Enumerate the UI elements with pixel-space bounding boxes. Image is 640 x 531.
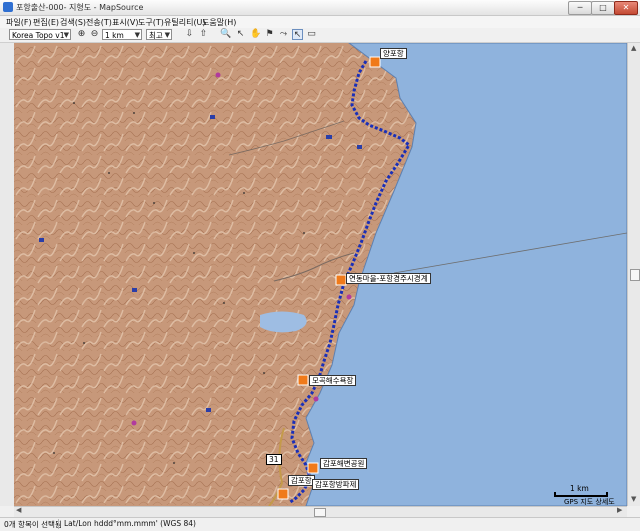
menu-tools[interactable]: 도구(T) (138, 17, 164, 28)
detail-level-value: 최고 (149, 31, 163, 40)
measure-tool-icon[interactable]: ▭ (306, 29, 317, 40)
vertical-scrollbar[interactable]: ▲ ▼ (627, 43, 640, 506)
waypoint-icon[interactable] (369, 56, 381, 68)
scroll-down-icon[interactable]: ▼ (631, 495, 636, 503)
scroll-up-icon[interactable]: ▲ (631, 44, 636, 52)
zoom-scale-value: 1 km (105, 31, 124, 40)
menu-find[interactable]: 검색(S) (60, 17, 86, 28)
send-to-device-icon[interactable]: ⇧ (198, 29, 209, 40)
zoom-scale-select[interactable]: 1 km ▼ (102, 29, 142, 40)
zoom-in-icon[interactable]: ⊕ (76, 29, 87, 40)
title-bar: 포항출산-000- 지형도 - MapSource ─ □ ✕ (0, 0, 640, 16)
map-canvas (14, 43, 627, 506)
menu-transfer[interactable]: 전송(T) (86, 17, 112, 28)
chevron-down-icon: ▼ (134, 31, 140, 39)
selection-status: 0개 항목이 선택됨 (4, 520, 62, 529)
status-separator (58, 519, 59, 529)
map-product-select[interactable]: Korea Topo v1 ▼ (9, 29, 71, 40)
waypoint-label[interactable]: 연동마을-포항경주시경계 (346, 273, 431, 284)
select-tool-icon[interactable]: ↖ (235, 29, 246, 40)
detail-level-select[interactable]: 최고 ▼ (146, 29, 172, 40)
gps-detail-label: GPS 지도 상세도 (564, 498, 615, 506)
receive-from-device-icon[interactable]: ⇩ (184, 29, 195, 40)
coordinate-format: Lat/Lon hddd°mm.mmm' (WGS 84) (64, 519, 196, 528)
pointer-tool-icon[interactable]: ↖ (292, 29, 303, 40)
window-title: 포항출산-000- 지형도 - MapSource (16, 3, 144, 12)
waypoint-tool-icon[interactable]: ⚑ (264, 29, 275, 40)
road-number-shield: 31 (266, 454, 282, 465)
menu-help[interactable]: 도움말(H) (202, 17, 236, 28)
vertical-scroll-thumb[interactable] (630, 269, 640, 281)
waypoint-label[interactable]: 감포해변공원 (320, 458, 368, 469)
toolbar: Korea Topo v1 ▼ ⊕ ⊖ 1 km ▼ 최고 ▼ ⇩ ⇧ 🔍 ↖ … (0, 28, 640, 43)
route-tool-icon[interactable]: ⤳ (278, 29, 289, 40)
waypoint-label[interactable]: 양포항 (380, 48, 407, 59)
waypoint-label[interactable]: 감포항방파제 (312, 479, 360, 490)
mapsource-app-icon (3, 2, 13, 12)
maximize-button[interactable]: □ (591, 1, 615, 15)
menu-view[interactable]: 표시(V) (112, 17, 138, 28)
waypoint-icon[interactable] (335, 274, 347, 286)
horizontal-scrollbar[interactable]: ◀ ▶ (14, 506, 627, 517)
status-bar: 0개 항목이 선택됨 Lat/Lon hddd°mm.mmm' (WGS 84) (0, 517, 640, 531)
waypoint-icon[interactable] (277, 488, 289, 500)
minimize-button[interactable]: ─ (568, 1, 592, 15)
waypoint-label[interactable]: 모곡해수욕장 (309, 375, 357, 386)
menu-utilities[interactable]: 유틸리티(U) (164, 17, 206, 28)
scale-label: 1 km (570, 484, 589, 493)
waypoint-icon[interactable] (297, 374, 309, 386)
scroll-right-icon[interactable]: ▶ (617, 506, 622, 514)
menu-file[interactable]: 파일(F) (6, 17, 32, 28)
chevron-down-icon: ▼ (63, 31, 69, 39)
zoom-out-icon[interactable]: ⊖ (89, 29, 100, 40)
zoom-tool-icon[interactable]: 🔍 (220, 29, 231, 40)
waypoint-label[interactable]: 감포항 (288, 475, 315, 486)
close-button[interactable]: ✕ (614, 1, 638, 15)
pan-tool-icon[interactable]: ✋ (250, 29, 261, 40)
horizontal-scroll-thumb[interactable] (314, 508, 326, 517)
menu-edit[interactable]: 편집(E) (33, 17, 59, 28)
chevron-down-icon: ▼ (164, 31, 170, 39)
waypoint-icon[interactable] (307, 462, 319, 474)
menu-bar: 파일(F) 편집(E) 검색(S) 전송(T) 표시(V) 도구(T) 유틸리티… (0, 16, 640, 28)
left-panel-edge (0, 43, 15, 506)
map-product-value: Korea Topo v1 (12, 31, 65, 40)
scroll-left-icon[interactable]: ◀ (16, 506, 21, 514)
map-view[interactable]: 양포항 연동마을-포항경주시경계 모곡해수욕장 감포해변공원 감포항 감포항방파… (14, 43, 627, 506)
